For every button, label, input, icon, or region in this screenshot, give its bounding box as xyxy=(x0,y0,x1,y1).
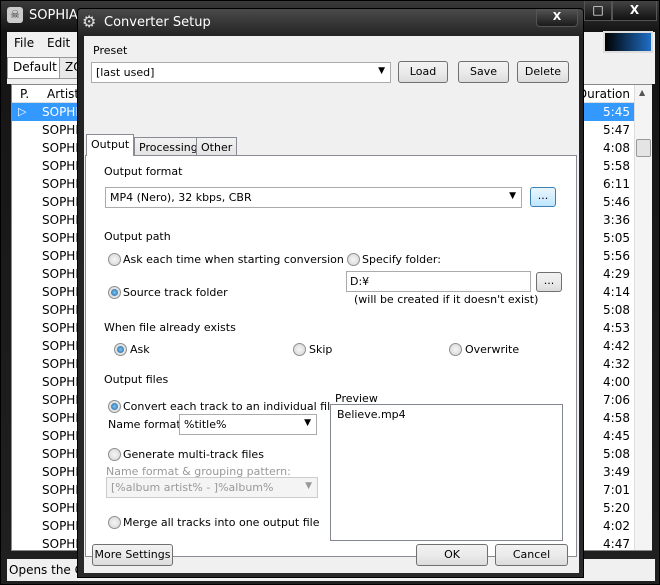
duration-cell: 4:42 xyxy=(603,339,630,353)
scroll-up-arrow[interactable]: ▲ xyxy=(639,88,645,97)
exists-skip-label: Skip xyxy=(309,343,333,356)
duration-cell: 5:58 xyxy=(603,159,630,173)
duration-cell: 5:47 xyxy=(603,123,630,137)
multi-track-label: Generate multi-track files xyxy=(123,448,264,461)
column-playing[interactable]: P. xyxy=(20,87,29,101)
window-title: SOPHIA xyxy=(29,8,78,23)
radio-multi-track[interactable] xyxy=(108,448,121,461)
merge-label: Merge all tracks into one output file xyxy=(123,516,320,529)
converter-setup-dialog: ⚙ Converter Setup X Preset [last used] ▼ … xyxy=(77,8,584,578)
folder-hint: (will be created if it doesn't exist) xyxy=(354,293,539,306)
grouping-value: [%album artist% - ]%album% xyxy=(111,481,274,494)
output-format-label: Output format xyxy=(104,165,183,178)
grouping-combo[interactable]: [%album artist% - ]%album% ▼ xyxy=(106,477,318,498)
duration-cell: 6:11 xyxy=(603,177,630,191)
exists-ask-label: Ask xyxy=(130,343,150,356)
chevron-down-icon: ▼ xyxy=(305,481,312,491)
exists-overwrite-label: Overwrite xyxy=(465,343,520,356)
tab-processing[interactable]: Processing xyxy=(134,137,203,156)
duration-cell: 4:32 xyxy=(603,357,630,371)
dialog-close-button[interactable]: X xyxy=(536,9,578,27)
gear-icon: ⚙ xyxy=(82,12,97,31)
output-tab-panel: Output format MP4 (Nero), 32 kbps, CBR ▼ … xyxy=(85,155,577,557)
output-path-label: Output path xyxy=(104,230,171,243)
duration-cell: 4:14 xyxy=(603,285,630,299)
tab-other[interactable]: Other xyxy=(196,137,238,156)
name-format-combo[interactable]: %title% ▼ xyxy=(179,414,317,435)
duration-cell: 5:56 xyxy=(603,249,630,263)
duration-cell: 4:53 xyxy=(603,321,630,335)
radio-source-folder[interactable] xyxy=(108,286,121,299)
more-settings-button[interactable]: More Settings xyxy=(92,544,173,566)
duration-cell: 5:45 xyxy=(603,105,630,119)
duration-cell: 5:46 xyxy=(603,195,630,209)
chevron-down-icon: ▼ xyxy=(509,191,516,201)
output-format-combo[interactable]: MP4 (Nero), 32 kbps, CBR ▼ xyxy=(105,187,522,208)
dialog-title: Converter Setup xyxy=(104,15,211,30)
name-format-value: %title% xyxy=(184,418,227,431)
column-artist[interactable]: Artist xyxy=(47,87,79,101)
duration-cell: 5:08 xyxy=(603,447,630,461)
radio-exists-skip[interactable] xyxy=(293,343,306,356)
duration-cell: 4:08 xyxy=(603,141,630,155)
duration-cell: 7:06 xyxy=(603,393,630,407)
preview-box: Believe.mp4 xyxy=(330,404,563,541)
scroll-thumb[interactable] xyxy=(636,139,651,157)
duration-cell: 4:00 xyxy=(603,375,630,389)
duration-cell: 5:20 xyxy=(603,501,630,515)
output-format-value: MP4 (Nero), 32 kbps, CBR xyxy=(110,191,252,204)
folder-input[interactable]: D:¥ xyxy=(346,271,531,292)
tab-default[interactable]: Default xyxy=(7,57,63,79)
maximize-button[interactable]: □ xyxy=(584,1,612,21)
format-settings-button[interactable]: ... xyxy=(530,187,556,207)
tab-output[interactable]: Output xyxy=(86,134,135,156)
ask-each-time-label: Ask each time when starting conversion xyxy=(123,253,344,266)
radio-exists-ask[interactable] xyxy=(114,343,127,356)
duration-cell: 4:47 xyxy=(603,537,630,551)
name-format-label: Name format: xyxy=(108,418,185,431)
radio-exists-overwrite[interactable] xyxy=(449,343,462,356)
file-exists-label: When file already exists xyxy=(104,321,236,334)
menu-edit[interactable]: Edit xyxy=(47,36,70,50)
specify-folder-label: Specify folder: xyxy=(362,253,441,266)
browse-folder-button[interactable]: ... xyxy=(536,272,562,292)
close-button[interactable]: X xyxy=(612,1,657,21)
duration-cell: 4:45 xyxy=(603,429,630,443)
preset-combo[interactable]: [last used] ▼ xyxy=(91,62,391,83)
column-duration[interactable]: Duration xyxy=(578,87,630,101)
preset-label: Preset xyxy=(93,44,128,57)
delete-button[interactable]: Delete xyxy=(517,61,569,83)
duration-cell: 5:08 xyxy=(603,303,630,317)
individual-files-label: Convert each track to an individual file xyxy=(123,400,337,413)
duration-cell: 5:05 xyxy=(603,231,630,245)
duration-cell: 3:49 xyxy=(603,465,630,479)
preview-item: Believe.mp4 xyxy=(337,408,406,421)
play-indicator-icon: ▷ xyxy=(18,105,27,118)
duration-cell: 4:02 xyxy=(603,519,630,533)
chevron-down-icon: ▼ xyxy=(378,66,385,76)
visualizer xyxy=(603,31,653,53)
cancel-button[interactable]: Cancel xyxy=(495,544,568,566)
radio-merge[interactable] xyxy=(108,516,121,529)
radio-specify-folder[interactable] xyxy=(347,253,360,266)
duration-cell: 7:01 xyxy=(603,483,630,497)
load-button[interactable]: Load xyxy=(398,61,448,83)
duration-cell: 4:58 xyxy=(603,411,630,425)
save-button[interactable]: Save xyxy=(458,61,509,83)
radio-individual-files[interactable] xyxy=(108,400,121,413)
menu-file[interactable]: File xyxy=(14,36,34,50)
ok-button[interactable]: OK xyxy=(416,544,488,566)
preset-value: [last used] xyxy=(96,66,155,79)
chevron-down-icon: ▼ xyxy=(304,418,311,428)
duration-cell: 3:36 xyxy=(603,213,630,227)
dialog-client: Preset [last used] ▼ Load Save Delete Out… xyxy=(84,36,579,573)
scrollbar[interactable]: ▲ xyxy=(634,85,652,550)
app-icon: ☠ xyxy=(7,7,23,23)
duration-cell: 4:29 xyxy=(603,267,630,281)
radio-ask-each-time[interactable] xyxy=(108,253,121,266)
output-files-label: Output files xyxy=(104,373,169,386)
source-folder-label: Source track folder xyxy=(123,286,228,299)
